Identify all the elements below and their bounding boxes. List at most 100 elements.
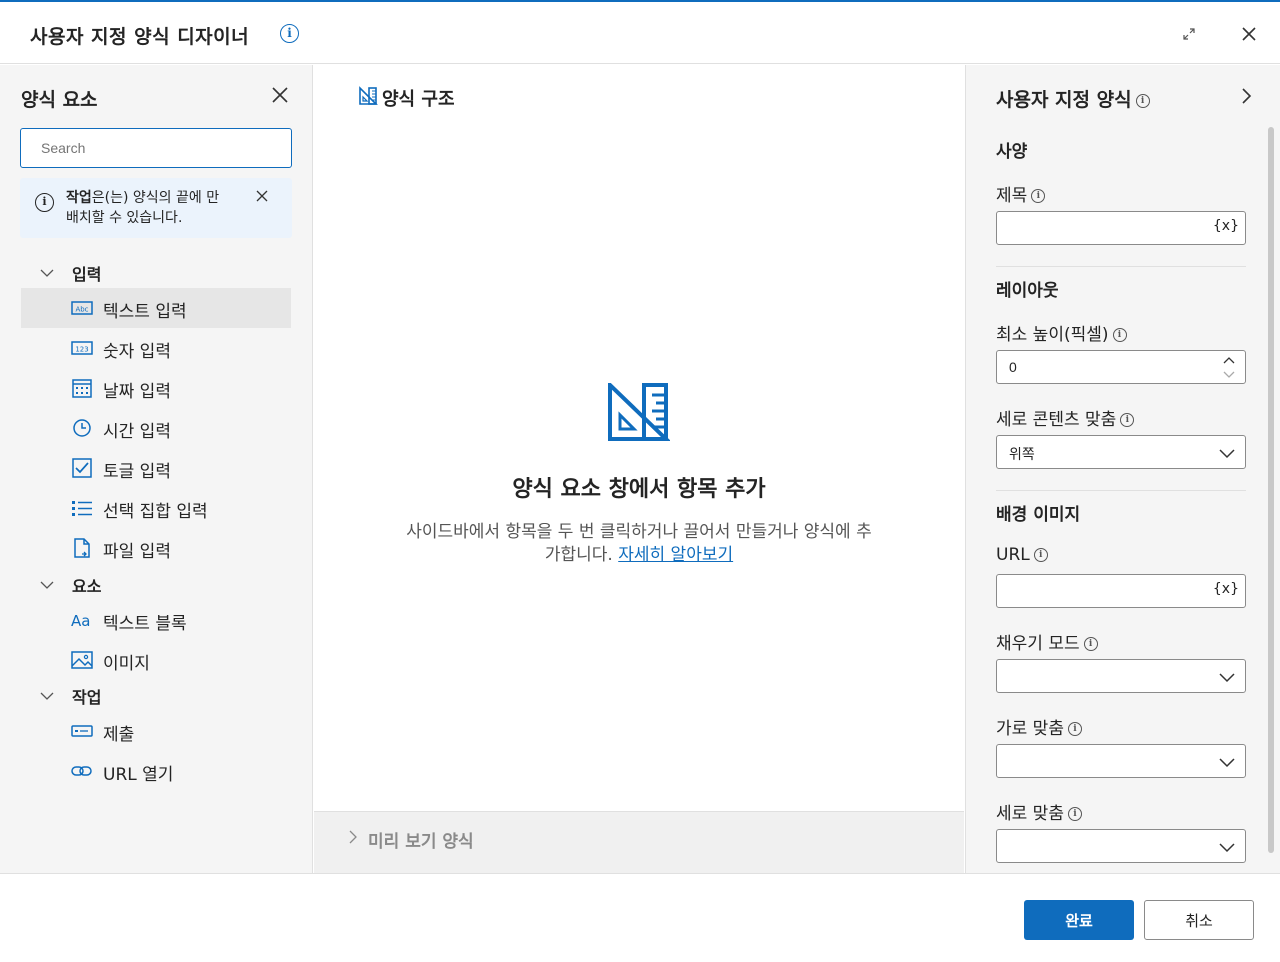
close-icon[interactable] [1237, 22, 1261, 46]
number-input-icon: 123 [71, 341, 93, 355]
element-label: 파일 입력 [103, 542, 171, 562]
layout-heading: 레이아웃 [996, 281, 1059, 301]
scrollbar[interactable] [1268, 127, 1274, 853]
info-icon[interactable]: i [1067, 722, 1082, 736]
element-label: 시간 입력 [103, 422, 171, 442]
search-input[interactable] [20, 128, 292, 168]
background-image-heading: 배경 이미지 [996, 505, 1081, 525]
empty-state-title: 양식 요소 창에서 항목 추가 [512, 477, 766, 502]
element-label: 제출 [103, 725, 135, 745]
window-title: 사용자 지정 양식 디자이너 [30, 26, 250, 48]
preview-label: 미리 보기 양식 [368, 832, 474, 852]
spin-up-icon[interactable] [1223, 356, 1235, 364]
svg-text:Aa: Aa [71, 612, 90, 630]
preview-form-toggle[interactable]: 미리 보기 양식 [314, 811, 964, 873]
cancel-button[interactable]: 취소 [1144, 900, 1254, 940]
notice-banner: i 작업은(는) 양식의 끝에 만 배치할 수 있습니다. [20, 178, 292, 238]
form-structure-canvas[interactable]: 양식 구조 양식 요소 창에서 항목 추가 사이드바에서 항목을 두 번 클릭하… [314, 65, 964, 873]
info-icon: i [35, 193, 54, 212]
learn-more-link[interactable]: 자세히 알아보기 [618, 545, 733, 565]
url-input[interactable]: {x} [996, 574, 1246, 608]
empty-state-description: 사이드바에서 항목을 두 번 클릭하거나 끌어서 만들거나 양식에 추가합니다.… [406, 522, 872, 565]
min-height-label: 최소 높이(픽셀) i [996, 320, 1127, 345]
info-icon[interactable]: i [280, 24, 299, 43]
svg-text:123: 123 [75, 346, 88, 354]
element-item-date-input[interactable]: 날짜 입력 [21, 368, 291, 408]
text-block-icon: Aa [71, 612, 90, 630]
image-icon [71, 651, 93, 669]
spec-heading: 사양 [996, 142, 1028, 162]
info-icon[interactable]: i [1120, 413, 1135, 427]
element-item-image[interactable]: 이미지 [21, 640, 291, 680]
variable-icon[interactable]: {x} [1213, 581, 1239, 597]
form-designer-window: 사용자 지정 양식 디자이너 i 양식 요소 i 작업은(는) 양식의 끝에 만… [0, 0, 1280, 962]
submit-icon [71, 725, 93, 737]
element-label: 날짜 입력 [103, 382, 171, 402]
vertical-content-select[interactable]: 위쪽 [996, 435, 1246, 469]
element-item-time-input[interactable]: 시간 입력 [21, 408, 291, 448]
element-item-text-block[interactable]: Aa 텍스트 블록 [21, 600, 291, 640]
link-icon [71, 766, 92, 776]
element-label: 텍스트 블록 [103, 614, 187, 634]
element-item-text-input[interactable]: Abc 텍스트 입력 [21, 288, 291, 328]
properties-pane: 사용자 지정 양식 i 사양 제목 i {x} 레이아웃 최소 높이(픽셀) i 0 … [965, 65, 1280, 873]
chevron-down-icon [40, 692, 54, 700]
section-actions[interactable]: 작업 [20, 680, 292, 710]
fill-mode-select[interactable] [996, 659, 1246, 693]
info-icon[interactable]: i [1033, 548, 1048, 562]
element-label: 숫자 입력 [103, 342, 171, 362]
properties-title: 사용자 지정 양식 i [996, 85, 1150, 112]
fill-mode-label: 채우기 모드 i [996, 629, 1098, 654]
spin-down-icon[interactable] [1223, 371, 1235, 379]
dismiss-icon[interactable] [254, 188, 270, 204]
clock-icon [73, 419, 91, 437]
vertical-align-select[interactable] [996, 829, 1246, 863]
svg-text:Abc: Abc [75, 306, 88, 314]
vertical-align-label: 세로 맞춤 i [996, 799, 1082, 824]
footer: 완료 취소 [0, 873, 1280, 962]
chevron-right-icon[interactable] [1236, 85, 1256, 107]
element-item-open-url[interactable]: URL 열기 [21, 751, 291, 791]
element-item-submit[interactable]: 제출 [21, 711, 291, 751]
horizontal-align-select[interactable] [996, 744, 1246, 778]
element-item-choice-input[interactable]: 선택 집합 입력 [21, 488, 291, 528]
text-input-icon: Abc [71, 301, 93, 315]
chevron-down-icon [40, 269, 54, 277]
element-item-toggle-input[interactable]: 토글 입력 [21, 448, 291, 488]
variable-icon[interactable]: {x} [1213, 218, 1239, 234]
done-button[interactable]: 완료 [1024, 900, 1134, 940]
element-label: 토글 입력 [103, 462, 171, 482]
element-item-file-input[interactable]: 파일 입력 [21, 528, 291, 568]
info-icon[interactable]: i [1135, 93, 1150, 108]
horizontal-align-label: 가로 맞춤 i [996, 714, 1082, 739]
min-height-input[interactable]: 0 [996, 350, 1246, 384]
vertical-content-label: 세로 콘텐츠 맞춤 i [996, 405, 1135, 430]
info-icon[interactable]: i [1083, 637, 1098, 651]
chevron-down-icon [1219, 449, 1235, 459]
pane-title: 양식 요소 [21, 89, 98, 111]
chevron-down-icon [1219, 758, 1235, 768]
chevron-down-icon [1219, 673, 1235, 683]
divider [996, 490, 1246, 491]
expand-icon[interactable] [1177, 22, 1201, 46]
title-input[interactable]: {x} [996, 211, 1246, 245]
element-label: 이미지 [103, 654, 150, 674]
divider [996, 266, 1246, 267]
form-elements-pane: 양식 요소 i 작업은(는) 양식의 끝에 만 배치할 수 있습니다. 입력 A… [0, 65, 313, 873]
element-label: 텍스트 입력 [103, 302, 187, 322]
section-input[interactable]: 입력 [20, 257, 292, 287]
list-icon [72, 501, 92, 516]
info-icon[interactable]: i [1112, 328, 1127, 342]
notice-text: 작업은(는) 양식의 끝에 만 배치할 수 있습니다. [66, 190, 220, 226]
info-icon[interactable]: i [1067, 807, 1082, 821]
section-elements[interactable]: 요소 [20, 569, 292, 599]
element-item-number-input[interactable]: 123 숫자 입력 [21, 328, 291, 368]
section-label: 작업 [72, 688, 102, 707]
checkbox-icon [72, 458, 92, 478]
info-icon[interactable]: i [1031, 189, 1046, 203]
chevron-down-icon [40, 581, 54, 589]
close-pane-icon[interactable] [268, 83, 292, 107]
url-label: URL i [996, 545, 1048, 565]
title-label: 제목 i [996, 181, 1046, 206]
element-label: 선택 집합 입력 [103, 502, 208, 522]
